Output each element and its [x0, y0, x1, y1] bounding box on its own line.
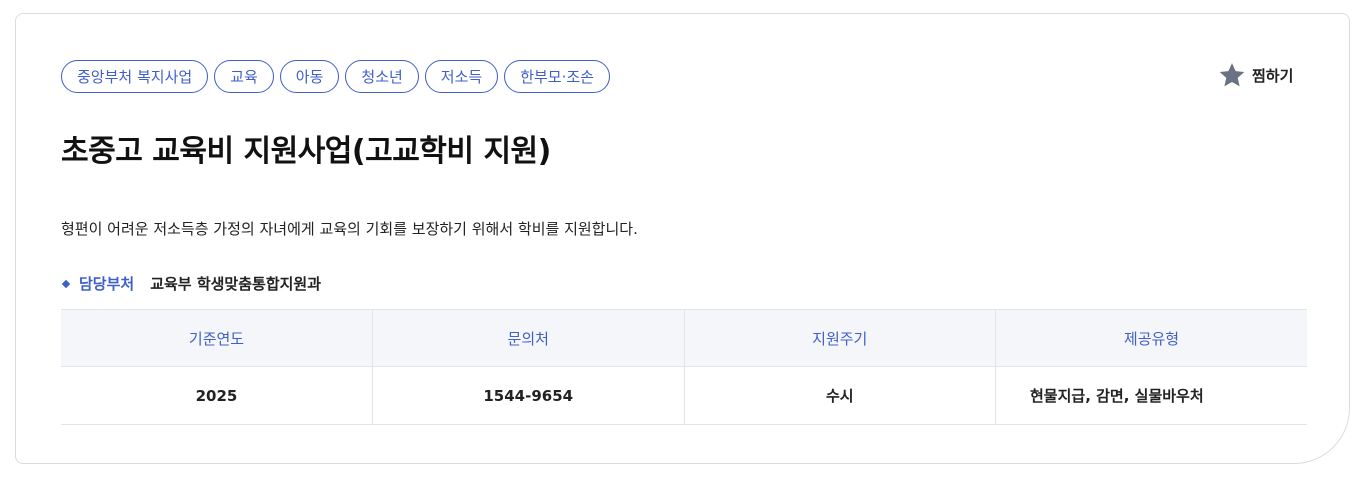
header-provision-type: 제공유형: [995, 309, 1307, 367]
favorite-button[interactable]: 찜하기: [1218, 60, 1293, 90]
diamond-bullet-icon: [61, 279, 71, 288]
tag-education[interactable]: 교육: [214, 60, 274, 93]
department-label: 담당부처: [79, 275, 135, 293]
tag-single-parent[interactable]: 한부모·조손: [504, 60, 610, 93]
department-row: 담당부처 교육부 학생맞춤통합지원과: [61, 273, 321, 294]
header-contact: 문의처: [372, 309, 685, 367]
cell-provision-type: 현물지급, 감면, 실물바우처: [995, 366, 1307, 425]
tag-list: 중앙부처 복지사업 교육 아동 청소년 저소득 한부모·조손: [61, 60, 610, 93]
table-header-row: 기준연도 문의처 지원주기 제공유형: [61, 309, 1307, 367]
cell-support-cycle: 수시: [684, 366, 996, 425]
header-support-cycle: 지원주기: [684, 309, 996, 367]
favorite-label: 찜하기: [1252, 66, 1294, 85]
tag-low-income[interactable]: 저소득: [424, 60, 499, 93]
tag-central-welfare[interactable]: 중앙부처 복지사업: [61, 60, 209, 93]
star-icon: [1218, 61, 1246, 89]
table-row: 2025 1544-9654 수시 현물지급, 감면, 실물바우처: [61, 366, 1307, 425]
header-base-year: 기준연도: [61, 309, 373, 367]
cell-contact: 1544-9654: [372, 366, 685, 425]
service-card: 중앙부처 복지사업 교육 아동 청소년 저소득 한부모·조손 찜하기 초중고 교…: [15, 13, 1350, 464]
page-title: 초중고 교육비 지원사업(고교학비 지원): [61, 134, 551, 169]
info-table: 기준연도 문의처 지원주기 제공유형 2025 1544-9654 수시 현물지…: [61, 309, 1307, 425]
tag-youth[interactable]: 청소년: [345, 60, 419, 93]
tag-child[interactable]: 아동: [279, 60, 340, 93]
description: 형편이 어려운 저소득층 가정의 자녀에게 교육의 기회를 보장하기 위해서 학…: [61, 220, 638, 238]
department-value: 교육부 학생맞춤통합지원과: [150, 275, 322, 293]
cell-base-year: 2025: [61, 366, 373, 425]
